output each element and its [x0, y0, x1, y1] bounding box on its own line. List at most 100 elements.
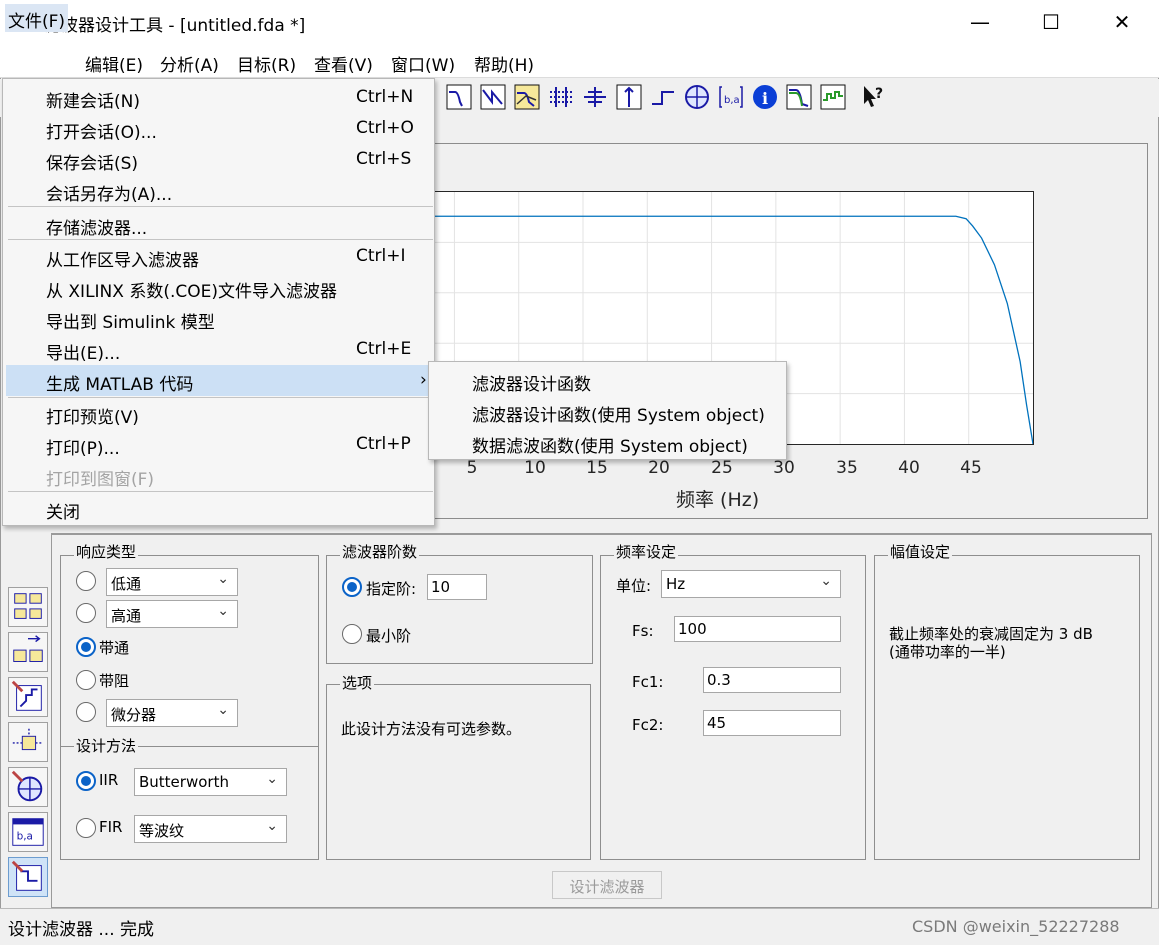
menu-item-import-from-workspace[interactable]: 从工作区导入滤波器 Ctrl+I: [6, 241, 431, 272]
magnitude-response-icon[interactable]: [446, 84, 472, 110]
menu-item-shortcut: Ctrl+E: [356, 339, 412, 359]
step-response-icon[interactable]: [650, 84, 676, 110]
svg-text:?: ?: [875, 86, 883, 102]
menu-view[interactable]: 查看(V): [311, 51, 376, 76]
magnitude-estimate-icon[interactable]: [786, 84, 812, 110]
menu-item-label: 导出到 Simulink 模型: [46, 313, 215, 333]
radio-differentiator[interactable]: [76, 702, 96, 722]
menu-item-shortcut: Ctrl+I: [356, 246, 406, 266]
menu-item-open-session[interactable]: 打开会话(O)... Ctrl+O: [6, 113, 431, 144]
realize-model-icon[interactable]: [8, 722, 48, 762]
menu-item-save-session[interactable]: 保存会话(S) Ctrl+S: [6, 144, 431, 175]
menu-edit[interactable]: 编辑(E): [82, 51, 146, 76]
menu-item-shortcut: Ctrl+S: [356, 149, 412, 169]
impulse-response-icon[interactable]: [616, 84, 642, 110]
fs-input[interactable]: 100: [674, 616, 841, 642]
menu-file[interactable]: 文件(F): [5, 4, 69, 32]
magnitude-phase-icon[interactable]: [514, 84, 540, 110]
menu-item-print-preview[interactable]: 打印预览(V): [6, 398, 431, 429]
order-input[interactable]: 10: [427, 574, 487, 600]
radio-iir[interactable]: [76, 771, 96, 791]
phase-delay-icon[interactable]: [582, 84, 608, 110]
info-icon[interactable]: i: [752, 84, 778, 110]
pole-zero-icon[interactable]: [684, 84, 710, 110]
menu-item-print[interactable]: 打印(P)... Ctrl+P: [6, 429, 431, 460]
import-filter-icon[interactable]: b,a: [8, 812, 48, 852]
menu-item-save-session-as[interactable]: 会话另存为(A)...: [6, 175, 431, 206]
radio-bandpass[interactable]: [76, 637, 96, 657]
submenu-item-data-filtering-system-object[interactable]: 数据滤波函数(使用 System object): [472, 432, 748, 457]
menu-item-export-simulink[interactable]: 导出到 Simulink 模型: [6, 303, 431, 334]
fc2-input[interactable]: 45: [703, 710, 841, 736]
lowpass-select[interactable]: 低通 ⌄: [106, 568, 238, 596]
radio-lowpass[interactable]: [76, 571, 96, 591]
chevron-down-icon: ⌄: [820, 573, 832, 589]
minimize-button[interactable]: —: [945, 0, 1015, 44]
menu-item-generate-matlab-code[interactable]: 生成 MATLAB 代码 ›: [6, 365, 431, 396]
x-tick-label: 15: [586, 458, 608, 478]
menu-separator: [8, 239, 433, 240]
radio-specify-order[interactable]: [342, 577, 362, 597]
svg-text:i: i: [762, 89, 768, 108]
window-title: 滤波器设计工具 - [untitled.fda *]: [44, 16, 306, 36]
x-tick-label: 25: [711, 458, 733, 478]
menu-window[interactable]: 窗口(W): [388, 51, 458, 76]
submenu-item-filter-design-function[interactable]: 滤波器设计函数: [472, 370, 591, 395]
phase-response-icon[interactable]: [480, 84, 506, 110]
iir-label: IIR: [99, 771, 119, 789]
highpass-select[interactable]: 高通 ⌄: [106, 600, 238, 628]
menu-item-shortcut: Ctrl+P: [356, 434, 411, 454]
menu-item-new-session[interactable]: 新建会话(N) Ctrl+N: [6, 82, 431, 113]
menu-analysis[interactable]: 分析(A): [157, 51, 222, 76]
magnitude-spec-text-2: (通带功率的一半): [889, 643, 1006, 661]
submenu-arrow-icon: ›: [420, 370, 427, 390]
pole-zero-editor-icon[interactable]: [8, 767, 48, 807]
radio-fir[interactable]: [76, 818, 96, 838]
whats-this-icon[interactable]: ?: [860, 84, 886, 110]
x-tick-label: 10: [524, 458, 546, 478]
maximize-button[interactable]: ☐: [1016, 0, 1086, 44]
chevron-down-icon: ⌄: [217, 571, 229, 587]
lowpass-select-value: 低通: [111, 575, 142, 593]
min-order-label: 最小阶: [366, 627, 412, 645]
design-method-title: 设计方法: [74, 735, 139, 756]
bandstop-label: 带阻: [99, 672, 130, 690]
fc1-input[interactable]: 0.3: [703, 667, 841, 693]
noise-power-icon[interactable]: [820, 84, 846, 110]
menu-item-import-xilinx[interactable]: 从 XILINX 系数(.COE)文件导入滤波器: [6, 272, 431, 303]
menu-item-export[interactable]: 导出(E)... Ctrl+E: [6, 334, 431, 365]
menu-separator: [8, 206, 433, 207]
design-filter-button[interactable]: 设计滤波器: [552, 871, 662, 899]
submenu-item-filter-design-system-object[interactable]: 滤波器设计函数(使用 System object): [472, 401, 765, 426]
units-select[interactable]: Hz ⌄: [661, 570, 841, 598]
design-filter-icon[interactable]: [8, 857, 48, 897]
generate-code-submenu: 滤波器设计函数 滤波器设计函数(使用 System object) 数据滤波函数…: [428, 361, 787, 460]
coefficients-icon[interactable]: b,a: [718, 84, 744, 110]
fc2-label: Fc2:: [632, 716, 664, 734]
x-tick-label: 40: [898, 458, 920, 478]
radio-highpass[interactable]: [76, 603, 96, 623]
units-select-value: Hz: [666, 575, 686, 593]
fir-label: FIR: [99, 818, 123, 836]
menu-targets[interactable]: 目标(R): [234, 51, 299, 76]
menu-help[interactable]: 帮助(H): [471, 51, 537, 76]
watermark: CSDN @weixin_52227288: [912, 917, 1120, 936]
menu-item-label: 导出(E)...: [46, 344, 121, 364]
options-title: 选项: [340, 672, 375, 693]
transform-filter-icon[interactable]: [8, 587, 48, 627]
differentiator-select[interactable]: 微分器 ⌄: [106, 699, 238, 727]
group-delay-icon[interactable]: [548, 84, 574, 110]
menu-item-close[interactable]: 关闭: [6, 493, 431, 524]
create-multirate-filter-icon[interactable]: [8, 632, 48, 672]
radio-min-order[interactable]: [342, 624, 362, 644]
iir-method-select[interactable]: Butterworth ⌄: [134, 768, 287, 796]
filter-order-group: [326, 555, 593, 664]
close-button[interactable]: ✕: [1087, 0, 1157, 44]
options-group: [326, 684, 591, 860]
chevron-down-icon: ⌄: [266, 771, 278, 787]
set-quantization-icon[interactable]: [8, 677, 48, 717]
radio-bandstop[interactable]: [76, 670, 96, 690]
fir-method-select[interactable]: 等波纹 ⌄: [134, 815, 287, 843]
x-tick-label: 35: [836, 458, 858, 478]
menu-item-store-filter[interactable]: 存储滤波器...: [6, 209, 431, 240]
